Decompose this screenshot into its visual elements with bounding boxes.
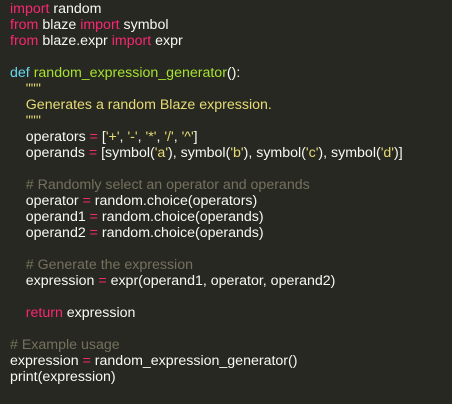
code-token: = xyxy=(89,129,98,145)
code-token: '/' xyxy=(164,129,174,145)
code-line: Generates a random Blaze expression. xyxy=(10,97,452,113)
code-token: = xyxy=(89,209,98,225)
code-token: expression xyxy=(10,273,99,289)
code-line: """ xyxy=(10,113,452,129)
code-token: , xyxy=(173,129,182,145)
code-token: random.choice(operands) xyxy=(97,209,264,225)
code-token: operands xyxy=(10,145,89,161)
code-token: [symbol( xyxy=(97,145,155,161)
code-token: random_expression_generator xyxy=(33,65,227,81)
code-token: ] xyxy=(193,129,198,145)
code-line: import random xyxy=(10,1,452,17)
code-line: operands = [symbol('a'), symbol('b'), sy… xyxy=(10,145,452,161)
code-token: return xyxy=(25,305,63,321)
code-line: # Generate the expression xyxy=(10,257,452,273)
code-token: = xyxy=(82,353,91,369)
code-line: # Randomly select an operator and operan… xyxy=(10,177,452,193)
code-token: import xyxy=(111,33,152,49)
code-editor[interactable]: import random from blaze import symbol fro… xyxy=(0,0,452,404)
code-token: = xyxy=(89,225,98,241)
code-token: """ xyxy=(10,81,41,97)
code-token: blaze.expr xyxy=(38,33,112,49)
code-token: expression xyxy=(62,305,136,321)
code-line: expression = random_expression_generator… xyxy=(10,353,452,369)
code-line: operators = ['+', '-', '*', '/', '^'] xyxy=(10,129,452,145)
code-token: from xyxy=(10,33,39,49)
code-token: = xyxy=(82,193,91,209)
code-token: = xyxy=(98,273,107,289)
code-token: operators xyxy=(10,129,90,145)
code-line: expression = expr(operand1, operator, op… xyxy=(10,273,452,289)
code-token: random_expression_generator() xyxy=(90,353,298,369)
code-line: operand1 = random.choice(operands) xyxy=(10,209,452,225)
code-token: import xyxy=(80,17,120,33)
code-token: expr(operand1, operator, operand2) xyxy=(106,273,336,289)
code-token: random xyxy=(49,1,102,17)
code-line: # Example usage xyxy=(10,337,452,353)
code-token: (): xyxy=(226,65,241,81)
code-token: 'b' xyxy=(230,145,244,161)
code-line: from blaze.expr import expr xyxy=(10,33,452,49)
code-token: 'd' xyxy=(380,145,395,161)
code-line: operator = random.choice(operators) xyxy=(10,193,452,209)
code-token: print(expression) xyxy=(10,369,116,385)
code-token: ), symbol( xyxy=(243,145,306,161)
code-token: # Generate the expression xyxy=(10,257,193,273)
code-token: symbol xyxy=(119,17,169,33)
code-token: '*' xyxy=(145,129,157,145)
code-token: # Randomly select an operator and operan… xyxy=(10,177,310,193)
code-token: operand2 xyxy=(10,225,90,241)
code-token: '^' xyxy=(181,129,194,145)
code-line: def random_expression_generator(): xyxy=(10,65,452,81)
code-token: random.choice(operands) xyxy=(97,225,264,241)
code-token: expression xyxy=(10,353,83,369)
code-line: return expression xyxy=(10,305,452,321)
code-token: )] xyxy=(394,145,403,161)
code-token: blaze xyxy=(38,17,81,33)
code-token: expr xyxy=(151,33,183,49)
code-token: = xyxy=(88,145,98,161)
code-line: print(expression) xyxy=(10,369,452,385)
code-token: [ xyxy=(97,129,106,145)
code-token: from xyxy=(10,17,39,33)
code-token: 'c' xyxy=(305,145,319,161)
code-token: random.choice(operators) xyxy=(90,193,258,209)
code-token: # Example usage xyxy=(10,337,120,353)
code-token: ), symbol( xyxy=(318,145,381,161)
code-line: """ xyxy=(10,81,452,97)
code-line: operand2 = random.choice(operands) xyxy=(10,225,452,241)
code-token: operator xyxy=(10,193,83,209)
code-token: operand1 xyxy=(10,209,90,225)
code-token: """ xyxy=(10,113,41,129)
code-token: def xyxy=(10,65,30,81)
code-token: '-' xyxy=(127,129,138,145)
code-token: import xyxy=(10,1,50,17)
code-line: from blaze import symbol xyxy=(10,17,452,33)
code-token: 'a' xyxy=(154,145,169,161)
code-token: Generates a random Blaze expression. xyxy=(10,97,272,113)
code-token: '+' xyxy=(105,129,120,145)
code-token: ), symbol( xyxy=(168,145,231,161)
